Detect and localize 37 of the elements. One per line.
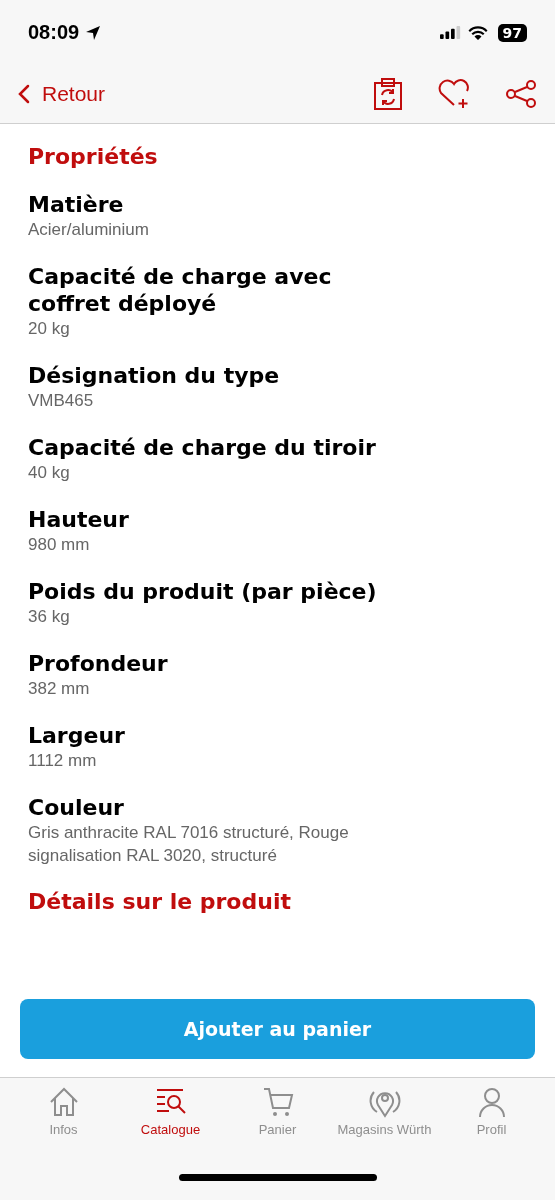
back-button[interactable]: Retour — [18, 82, 106, 106]
property-name: Largeur — [28, 722, 126, 749]
section-title: Propriétés — [28, 144, 159, 169]
property-name: Profondeur — [28, 650, 169, 677]
location-arrow-icon — [85, 24, 102, 41]
add-to-cart-button[interactable]: Ajouter au panier — [20, 999, 535, 1059]
wifi-icon — [467, 25, 488, 40]
property-value: 980 mm — [28, 534, 91, 556]
property-value: Gris anthracite RAL 7016 structuré, Rouge signalisation RAL 3020, structuré — [28, 822, 350, 867]
heart-plus-icon[interactable] — [437, 79, 471, 109]
tab-bar-item[interactable]: Catalogue — [117, 1086, 224, 1156]
battery-level: 97 — [497, 23, 527, 42]
signal-icon — [439, 26, 462, 39]
tab-bar-item[interactable]: Panier — [224, 1086, 331, 1156]
property-value: VMB465 — [28, 390, 95, 412]
property-value: 40 kg — [28, 462, 71, 484]
property-name: Capacité de charge du tiroir — [28, 434, 377, 461]
property-name: Matière — [28, 191, 125, 218]
tab-bar-item[interactable]: Profil — [438, 1086, 545, 1156]
status-time: 08:09 — [28, 21, 80, 44]
property-value: 36 kg — [28, 606, 71, 628]
section-title: Détails sur le produit — [28, 889, 292, 914]
share-icon[interactable] — [505, 80, 537, 108]
tab-bar-item[interactable]: Infos — [10, 1086, 117, 1156]
cart-icon — [261, 1086, 294, 1118]
property-name: Hauteur — [28, 506, 130, 533]
property-name: Capacité de charge avec coffret déployé — [28, 263, 333, 317]
property-name: Couleur — [28, 794, 125, 821]
property-value: Acier/aluminium — [28, 219, 150, 241]
chevron-left-icon — [18, 84, 30, 104]
property-value: 382 mm — [28, 678, 91, 700]
property-name: Désignation du type — [28, 362, 281, 389]
property-name: Poids du produit (par pièce) — [28, 578, 378, 605]
clipboard-refresh-icon[interactable] — [373, 78, 403, 110]
property-value: 1112 mm — [28, 750, 98, 772]
property-value: 20 kg — [28, 318, 71, 340]
tab-bar-item[interactable]: Magasins Würth — [331, 1086, 438, 1156]
